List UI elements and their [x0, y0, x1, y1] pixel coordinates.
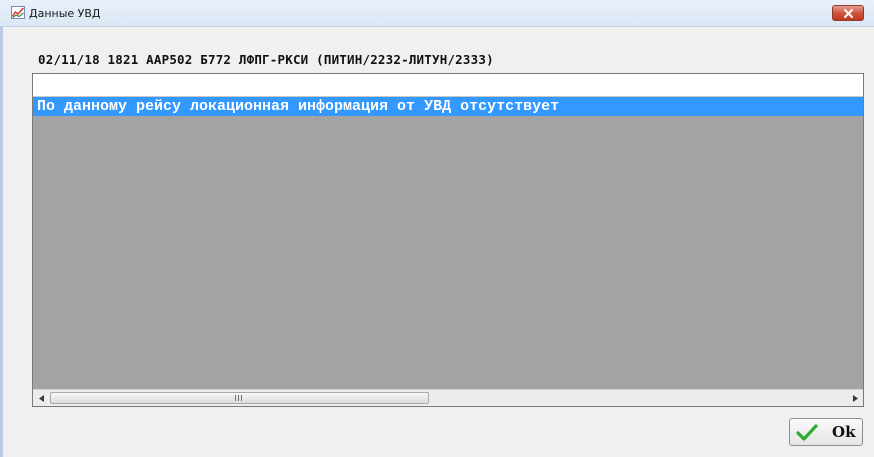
ok-button-label: Ok	[832, 423, 856, 441]
location-info-panel[interactable]: По данному рейсу локационная информация …	[32, 73, 864, 407]
flight-info-header: 02/11/18 1821 AAP502 Б772 ЛФПГ-РКСИ (ПИТ…	[38, 52, 494, 67]
list-header	[33, 74, 863, 97]
close-button[interactable]	[832, 5, 864, 21]
window-left-edge	[0, 26, 3, 457]
horizontal-scrollbar[interactable]	[33, 389, 863, 406]
list-item-text: По данному рейсу локационная информация …	[37, 98, 560, 115]
chart-app-icon	[11, 6, 25, 19]
list-item-selected[interactable]: По данному рейсу локационная информация …	[33, 97, 863, 116]
checkmark-icon	[796, 424, 818, 441]
scroll-left-button[interactable]	[33, 390, 50, 406]
scroll-right-icon	[852, 394, 858, 402]
scroll-left-icon	[38, 394, 44, 402]
window-title: Данные УВД	[29, 7, 101, 20]
data-uvd-window: Данные УВД 02/11/18 1821 AAP502 Б772 ЛФП…	[0, 0, 874, 457]
scrollbar-thumb[interactable]	[50, 392, 429, 404]
scrollbar-grip-icon	[235, 395, 242, 401]
close-icon	[844, 9, 853, 18]
ok-button[interactable]: Ok	[789, 418, 863, 446]
title-bar[interactable]: Данные УВД	[0, 0, 874, 27]
scroll-right-button[interactable]	[846, 390, 863, 406]
